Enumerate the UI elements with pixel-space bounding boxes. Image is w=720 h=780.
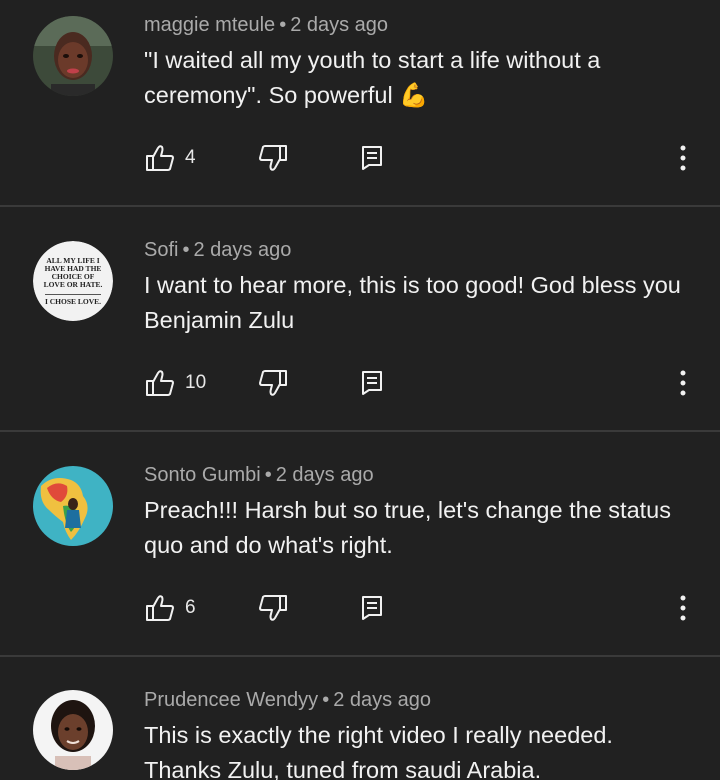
comment-meta: Sonto Gumbi • 2 days ago xyxy=(144,464,374,486)
more-options-button[interactable] xyxy=(679,588,687,628)
comment-text: This is exactly the right video I really… xyxy=(144,722,613,780)
thumbs-down-icon xyxy=(259,595,287,621)
thumbs-up-icon xyxy=(146,595,174,621)
like-button[interactable]: 10 xyxy=(145,363,206,403)
avatar[interactable] xyxy=(33,690,113,770)
divider xyxy=(0,205,720,207)
reply-icon xyxy=(362,371,382,395)
comment-meta: Prudencee Wendyy • 2 days ago xyxy=(144,689,432,711)
more-options-button[interactable] xyxy=(679,138,687,178)
comment-author[interactable]: Sonto Gumbi xyxy=(144,464,261,486)
reply-button[interactable] xyxy=(361,588,383,628)
avatar[interactable] xyxy=(33,16,113,96)
reply-button[interactable] xyxy=(361,138,383,178)
comment-actions: 4 xyxy=(0,138,720,178)
comment-text: Preach!!! Harsh but so true, let's chang… xyxy=(144,497,671,558)
more-vert-icon xyxy=(680,595,686,621)
comment-author[interactable]: Sofi xyxy=(144,239,178,261)
comment-author[interactable]: Prudencee Wendyy xyxy=(144,689,318,711)
thumbs-up-icon xyxy=(146,145,174,171)
more-vert-icon xyxy=(680,145,686,171)
thumbs-down-icon xyxy=(259,145,287,171)
comment-text: "I waited all my youth to start a life w… xyxy=(144,47,601,108)
comments-feed: maggie mteule • 2 days ago "I waited all m… xyxy=(0,0,720,780)
like-count: 6 xyxy=(185,597,196,618)
divider xyxy=(0,655,720,657)
comment-author[interactable]: maggie mteule xyxy=(144,14,275,36)
avatar[interactable] xyxy=(33,466,113,546)
comment-actions: 6 xyxy=(0,588,720,628)
comment-item: Prudencee Wendyy • 2 days ago This is exac… xyxy=(0,689,720,780)
dislike-button[interactable] xyxy=(258,588,288,628)
dislike-button[interactable] xyxy=(258,363,288,403)
like-button[interactable]: 4 xyxy=(145,138,196,178)
reply-icon xyxy=(362,146,382,170)
comment-time: 2 days ago xyxy=(193,239,292,261)
quote-image: ALL MY LIFE I HAVE HAD THE CHOICE OF LOV… xyxy=(33,241,113,321)
comment-time: 2 days ago xyxy=(333,689,432,711)
thumbs-down-icon xyxy=(259,370,287,396)
comment-meta: maggie mteule • 2 days ago xyxy=(144,14,389,36)
comment-time: 2 days ago xyxy=(290,14,389,36)
reply-button[interactable] xyxy=(361,363,383,403)
comment-text: I want to hear more, this is too good! G… xyxy=(144,272,681,333)
more-vert-icon xyxy=(680,370,686,396)
like-button[interactable]: 6 xyxy=(145,588,196,628)
like-count: 10 xyxy=(185,372,207,393)
thumbs-up-icon xyxy=(146,370,174,396)
more-options-button[interactable] xyxy=(679,363,687,403)
comment-meta: Sofi • 2 days ago xyxy=(144,239,292,261)
divider xyxy=(0,430,720,432)
dislike-button[interactable] xyxy=(258,138,288,178)
like-count: 4 xyxy=(185,147,196,168)
avatar[interactable]: ALL MY LIFE I HAVE HAD THE CHOICE OF LOV… xyxy=(33,241,113,321)
reply-icon xyxy=(362,596,382,620)
comment-actions: 10 xyxy=(0,363,720,403)
comment-time: 2 days ago xyxy=(275,464,374,486)
